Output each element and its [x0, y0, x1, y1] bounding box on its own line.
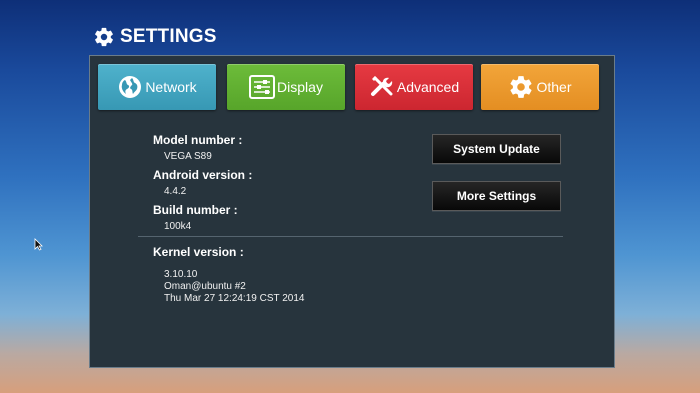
- tools-icon: [369, 74, 395, 100]
- mouse-cursor-icon: [34, 238, 43, 256]
- tab-display-label: Display: [277, 79, 323, 95]
- page-header: SETTINGS: [93, 24, 217, 50]
- gear-icon: [508, 74, 534, 100]
- kernel-version-value: 3.10.10 Oman@ubuntu #2 Thu Mar 27 12:24:…: [164, 269, 304, 305]
- android-version-value: 4.4.2: [164, 186, 187, 197]
- tab-network[interactable]: Network: [98, 64, 216, 110]
- build-number-label: Build number :: [153, 203, 238, 217]
- more-settings-button[interactable]: More Settings: [432, 181, 561, 211]
- settings-panel: Network Display Advanced Other Model num…: [89, 55, 615, 368]
- tab-advanced-label: Advanced: [396, 79, 460, 95]
- tab-advanced[interactable]: Advanced: [355, 64, 473, 110]
- build-number-value: 100k4: [164, 221, 192, 232]
- kernel-info: Kernel version : 3.10.10 Oman@ubuntu #2 …: [153, 245, 304, 305]
- kernel-line: 3.10.10: [164, 269, 198, 280]
- sliders-icon: [249, 75, 276, 99]
- kernel-line: Thu Mar 27 12:24:19 CST 2014: [164, 293, 305, 304]
- kernel-line: Oman@ubuntu #2: [164, 281, 246, 292]
- android-info: Android version : 4.4.2: [153, 168, 252, 197]
- divider: [138, 236, 563, 237]
- tab-other[interactable]: Other: [481, 64, 599, 110]
- kernel-version-label: Kernel version :: [153, 245, 244, 259]
- model-number-label: Model number :: [153, 133, 243, 147]
- tab-network-label: Network: [145, 79, 197, 95]
- tv-screen: SETTINGS Network Display Advanced Other …: [0, 0, 700, 393]
- build-info: Build number : 100k4: [153, 203, 238, 232]
- android-version-label: Android version :: [153, 168, 253, 182]
- model-info: Model number : VEGA S89: [153, 133, 242, 162]
- tab-other-label: Other: [536, 79, 572, 95]
- tab-display[interactable]: Display: [227, 64, 345, 110]
- globe-icon: [117, 74, 143, 100]
- page-title: SETTINGS: [120, 26, 217, 47]
- system-update-button[interactable]: System Update: [432, 134, 561, 164]
- model-number-value: VEGA S89: [164, 151, 212, 162]
- gear-icon: [93, 26, 115, 48]
